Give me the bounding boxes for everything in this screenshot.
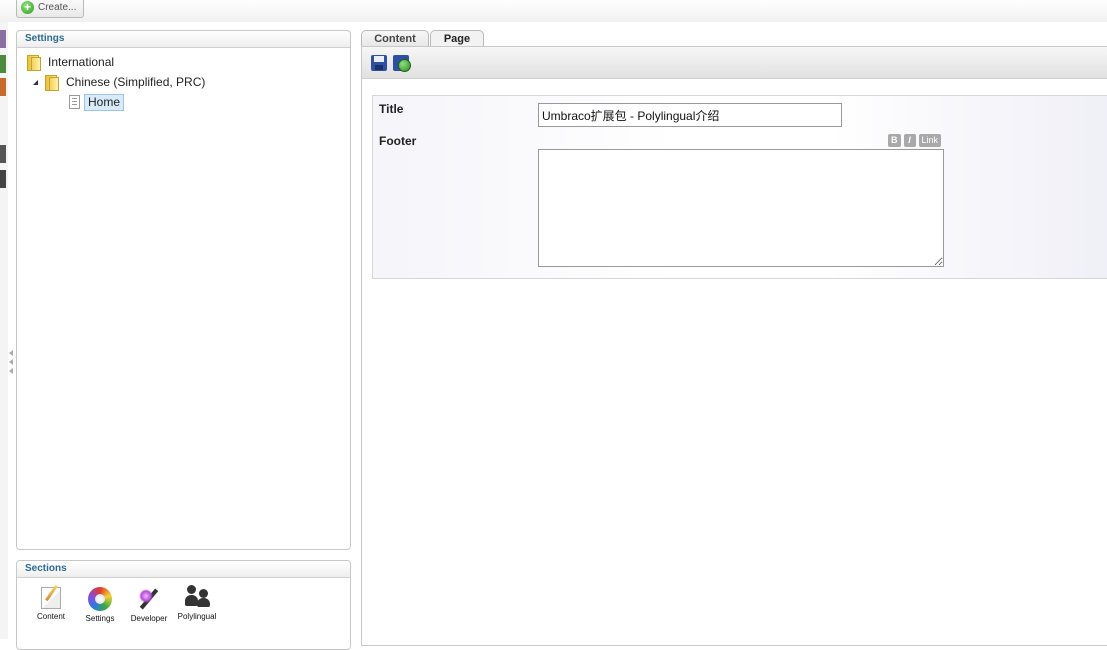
section-label: Content: [36, 612, 66, 621]
section-label: Settings: [85, 614, 115, 623]
tree-node-home[interactable]: Home: [69, 93, 125, 111]
tab-content[interactable]: Content: [361, 30, 429, 47]
pencil-document-icon: [41, 587, 61, 609]
collapse-arrow-icon: [9, 359, 13, 365]
magic-wand-icon: [136, 587, 162, 611]
sections-panel-title: Sections: [17, 561, 350, 578]
collapse-arrow-icon: [9, 350, 13, 356]
folder-icon: [26, 55, 41, 71]
properties-pane: Title Footer B I Link: [372, 95, 1107, 279]
folder-icon: [44, 75, 59, 91]
add-icon: +: [21, 0, 34, 14]
save-icon[interactable]: [371, 55, 387, 71]
create-button-label: Create...: [38, 1, 77, 13]
title-label: Title: [379, 102, 404, 116]
top-toolbar: + Create...: [0, 0, 1107, 22]
strip-thumbnail: [0, 55, 6, 73]
strip-thumbnail: [0, 145, 6, 163]
strip-thumbnail: [0, 30, 6, 48]
strip-thumbnail: [0, 170, 6, 188]
document-icon: [69, 95, 80, 109]
tree-node-chinese[interactable]: Chinese (Simplified, PRC): [33, 73, 205, 91]
footer-format-toolbar: B I Link: [888, 134, 942, 147]
editor-toolbar: [362, 47, 1107, 79]
create-button[interactable]: + Create...: [16, 0, 84, 18]
sections-panel: Sections Content Settings Developer Poly…: [16, 560, 351, 650]
editor-panel: Title Footer B I Link: [361, 46, 1107, 646]
section-developer[interactable]: Developer: [127, 587, 171, 623]
link-button[interactable]: Link: [918, 134, 942, 147]
users-icon: [184, 585, 210, 609]
tab-label: Page: [443, 33, 471, 45]
settings-panel: Settings International Chinese (Simplifi…: [16, 30, 351, 550]
section-label: Polylingual: [177, 612, 217, 621]
tree-node-international[interactable]: International: [26, 53, 114, 71]
title-input[interactable]: [538, 103, 842, 127]
color-wheel-icon: [88, 587, 112, 611]
settings-panel-title: Settings: [17, 31, 350, 48]
panel-splitter[interactable]: [9, 350, 15, 380]
section-content[interactable]: Content: [29, 587, 73, 621]
section-polylingual[interactable]: Polylingual: [175, 585, 219, 621]
bold-button[interactable]: B: [888, 134, 901, 147]
footer-label: Footer: [379, 134, 417, 148]
save-and-publish-icon[interactable]: [393, 55, 411, 72]
collapse-arrow-icon: [9, 368, 13, 374]
strip-thumbnail: [0, 78, 6, 96]
tree-node-label: Home: [84, 93, 125, 111]
expand-arrow-icon[interactable]: [33, 79, 38, 85]
tree-node-label: Chinese (Simplified, PRC): [66, 75, 206, 89]
tree-node-label: International: [48, 55, 115, 69]
tab-label: Content: [374, 33, 416, 45]
section-settings[interactable]: Settings: [78, 587, 122, 623]
tab-page[interactable]: Page: [430, 30, 484, 47]
footer-textarea[interactable]: [538, 149, 944, 267]
italic-button[interactable]: I: [903, 134, 916, 147]
left-edge-strip: [0, 0, 8, 639]
section-label: Developer: [130, 614, 168, 623]
